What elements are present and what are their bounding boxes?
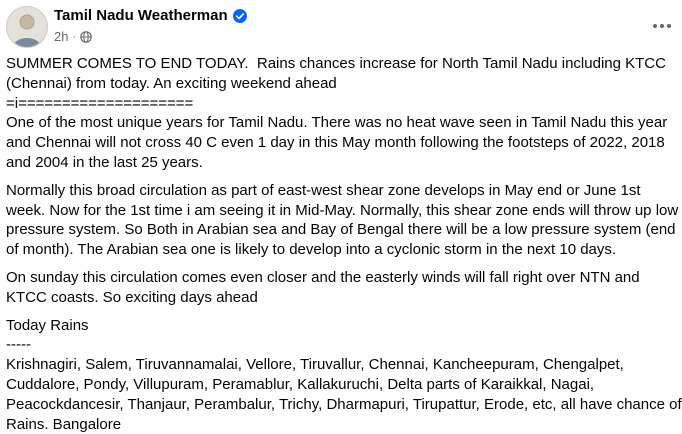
post-paragraph: Today Rains [6, 316, 89, 334]
post-timestamp[interactable]: 2h [54, 29, 68, 44]
post-meta: 2h · [54, 29, 92, 44]
post-divider-line: ----- [6, 336, 31, 354]
post-paragraph: SUMMER COMES TO END TODAY. Rains chances… [6, 55, 671, 92]
post-paragraph: Krishnagiri, Salem, Tiruvannamalai, Vell… [6, 356, 682, 433]
more-options-icon[interactable] [646, 12, 678, 40]
post-paragraph: On sunday this circulation comes even cl… [6, 268, 644, 306]
post-paragraph: Normally this broad circulation as part … [6, 181, 682, 259]
facebook-post: Tamil Nadu Weatherman 2h · SUMMER COMES … [0, 0, 682, 433]
post-body: SUMMER COMES TO END TODAY. Rains chances… [6, 54, 682, 434]
verified-badge-icon [232, 8, 247, 23]
author-avatar[interactable] [6, 6, 48, 48]
author-line: Tamil Nadu Weatherman [54, 7, 247, 24]
globe-icon[interactable] [80, 30, 92, 43]
author-name[interactable]: Tamil Nadu Weatherman [54, 7, 228, 24]
more-dot [660, 24, 664, 28]
post-header: Tamil Nadu Weatherman 2h · [6, 6, 682, 50]
meta-separator: · [72, 30, 77, 43]
post-paragraph: One of the most unique years for Tamil N… [6, 114, 672, 171]
more-dot [667, 24, 671, 28]
post-divider-line: =i==================== [6, 94, 194, 112]
more-dot [653, 24, 657, 28]
